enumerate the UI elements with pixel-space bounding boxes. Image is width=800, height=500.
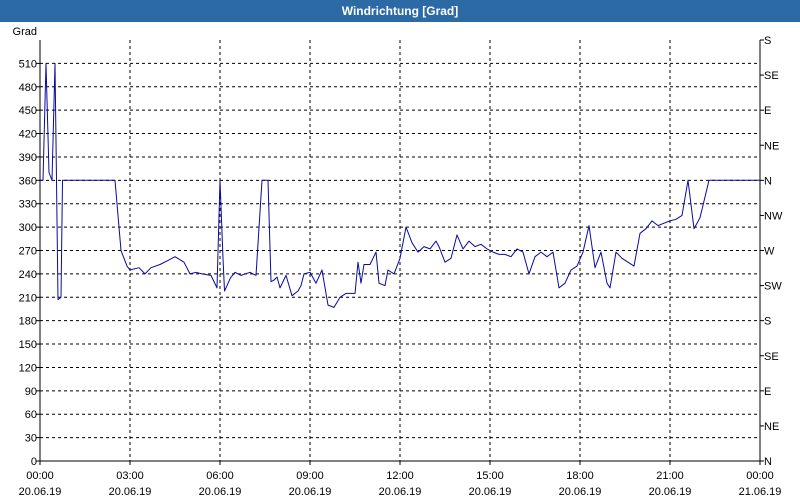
compass-label: S bbox=[764, 35, 771, 47]
compass-label: NE bbox=[764, 421, 779, 433]
compass-label: NW bbox=[764, 210, 783, 222]
x-tick-time: 21:00 bbox=[656, 470, 684, 482]
y-tick-label: 390 bbox=[19, 152, 37, 164]
x-tick-date: 20.06.19 bbox=[559, 486, 602, 498]
y-tick-label: 330 bbox=[19, 199, 37, 211]
x-tick-time: 18:00 bbox=[566, 470, 594, 482]
x-tick-date: 20.06.19 bbox=[199, 486, 242, 498]
y-tick-label: 300 bbox=[19, 222, 37, 234]
y-tick-label: 120 bbox=[19, 362, 37, 374]
compass-label: NE bbox=[764, 140, 779, 152]
y-tick-label: 30 bbox=[25, 433, 37, 445]
x-tick-date: 20.06.19 bbox=[109, 486, 152, 498]
x-tick-date: 20.06.19 bbox=[289, 486, 332, 498]
y-axis-title: Grad bbox=[13, 26, 37, 38]
y-tick-label: 270 bbox=[19, 246, 37, 258]
y-tick-label: 210 bbox=[19, 292, 37, 304]
y-tick-label: 510 bbox=[19, 58, 37, 70]
x-tick-date: 20.06.19 bbox=[649, 486, 692, 498]
chart-title: Windrichtung [Grad] bbox=[0, 0, 800, 22]
compass-label: N bbox=[764, 175, 772, 187]
x-tick-date: 20.06.19 bbox=[19, 486, 62, 498]
x-tick-time: 06:00 bbox=[206, 470, 234, 482]
x-tick-date: 20.06.19 bbox=[379, 486, 422, 498]
compass-label: SE bbox=[764, 351, 779, 363]
compass-label: SE bbox=[764, 70, 779, 82]
y-tick-label: 480 bbox=[19, 82, 37, 94]
x-tick-time: 03:00 bbox=[116, 470, 144, 482]
x-tick-time: 09:00 bbox=[296, 470, 324, 482]
x-tick-time: 00:00 bbox=[26, 470, 54, 482]
x-tick-date: 20.06.19 bbox=[469, 486, 512, 498]
y-tick-label: 0 bbox=[31, 456, 37, 468]
x-tick-time: 00:00 bbox=[746, 470, 774, 482]
x-tick-date: 21.06.19 bbox=[739, 486, 782, 498]
x-tick-time: 15:00 bbox=[476, 470, 504, 482]
x-tick-time: 12:00 bbox=[386, 470, 414, 482]
y-tick-label: 360 bbox=[19, 175, 37, 187]
compass-label: S bbox=[764, 316, 771, 328]
y-tick-label: 90 bbox=[25, 386, 37, 398]
y-tick-label: 150 bbox=[19, 339, 37, 351]
compass-label: W bbox=[764, 246, 775, 258]
line-chart: 0 30 60 90 120 150 180 210 240 270 300 330 360 390 420… bbox=[13, 26, 783, 498]
compass-label: N bbox=[764, 456, 772, 468]
y-tick-label: 180 bbox=[19, 316, 37, 328]
y-tick-label: 240 bbox=[19, 269, 37, 281]
y-tick-label: 450 bbox=[19, 105, 37, 117]
chart-window: Windrichtung [Grad] 0 30 60 90 120 150 180 210 2… bbox=[0, 0, 800, 500]
compass-label: SW bbox=[764, 281, 782, 293]
compass-label: E bbox=[764, 386, 771, 398]
y-tick-label: 420 bbox=[19, 129, 37, 141]
y-tick-label: 60 bbox=[25, 409, 37, 421]
compass-label: E bbox=[764, 105, 771, 117]
